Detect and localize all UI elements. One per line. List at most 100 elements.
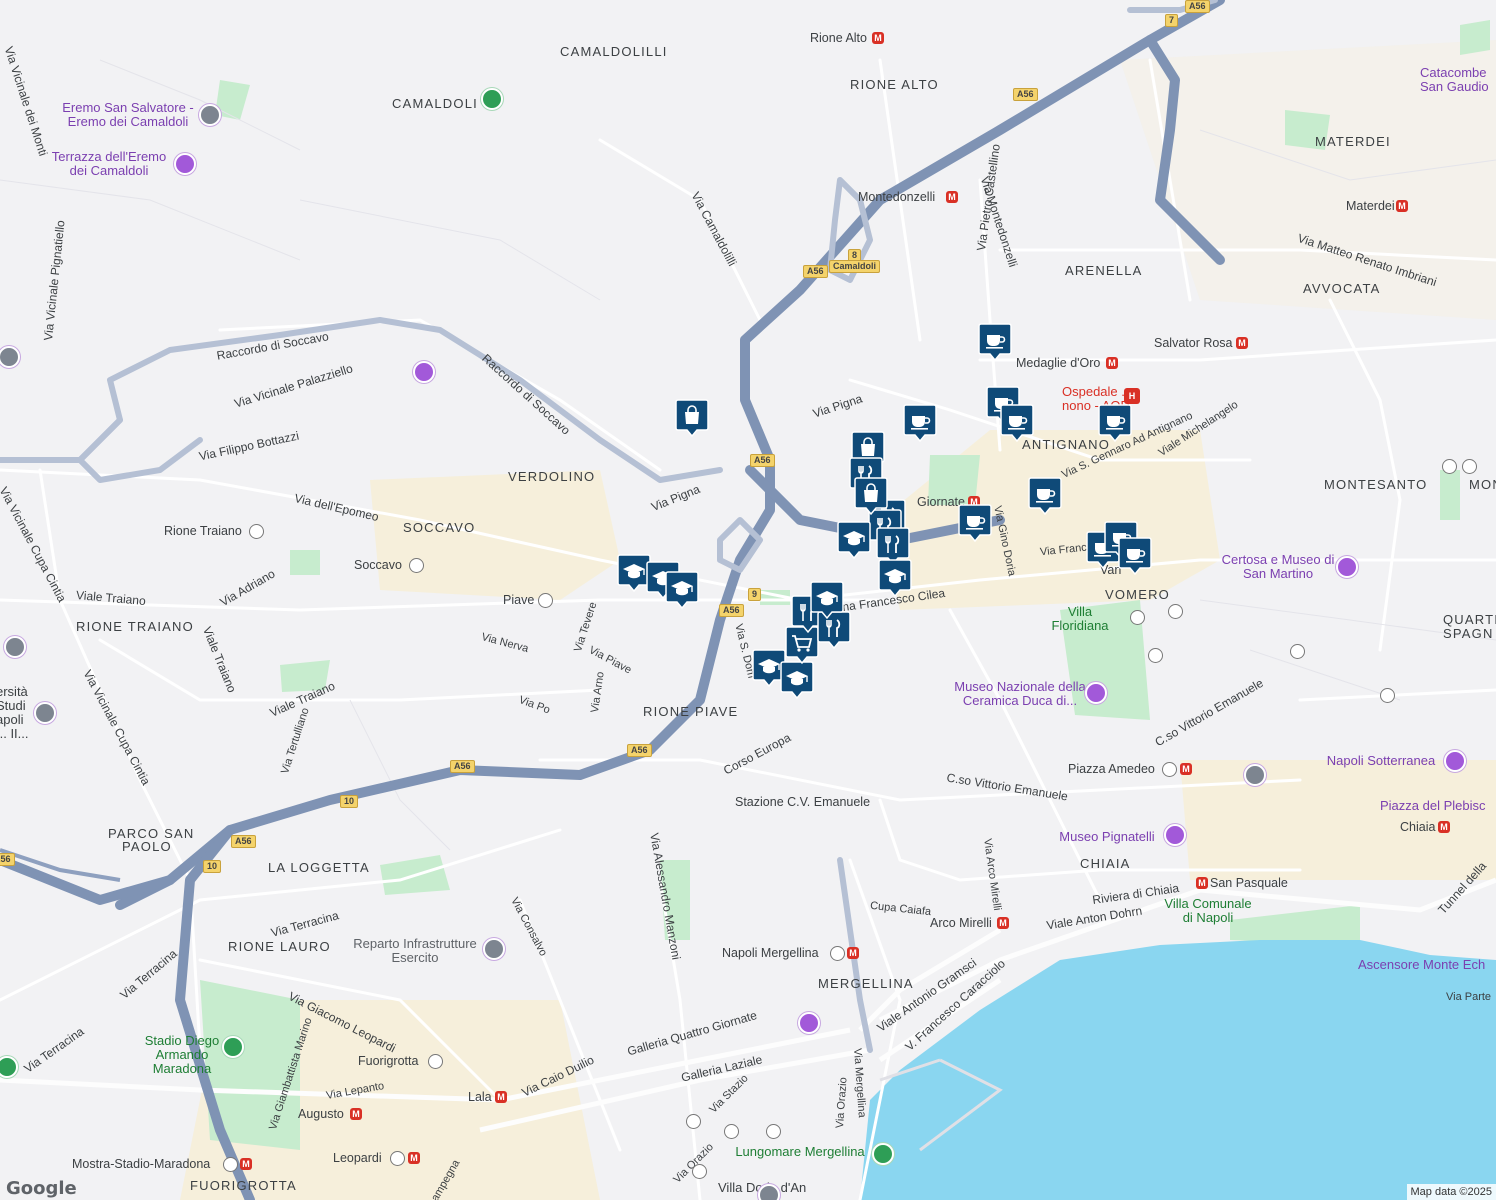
bus-icon[interactable] [1168,604,1183,619]
poi-label[interactable]: Reparto Infrastrutture Esercito [340,937,490,965]
metro-icon[interactable]: M [408,1152,420,1164]
bus-icon[interactable] [1380,688,1395,703]
station-label[interactable]: Augusto [298,1108,344,1121]
map-attribution[interactable]: Map data ©2025 [1406,1184,1496,1200]
school-icon[interactable] [4,636,26,658]
metro-icon[interactable]: M [872,32,884,44]
government-icon[interactable] [483,938,505,960]
stadium-label[interactable]: Stadio Diego Armando Maradona [132,1034,232,1076]
station-label[interactable]: Rione Alto [810,32,867,45]
bus-icon[interactable] [692,1164,707,1179]
coffee-marker[interactable] [1028,476,1062,516]
coffee-marker[interactable] [1098,403,1132,443]
school-marker[interactable] [837,520,871,560]
poi-label[interactable]: Napoli Sotterranea [1316,754,1446,768]
museum-icon[interactable] [199,104,221,126]
poi-label[interactable]: Eremo San Salvatore - Eremo dei Camaldol… [58,101,198,129]
metro-icon[interactable]: M [847,947,859,959]
tree-icon[interactable] [872,1143,894,1165]
bus-icon[interactable] [1442,459,1457,474]
metro-icon[interactable]: M [946,191,958,203]
school-marker[interactable] [810,580,844,620]
bus-icon[interactable] [538,593,553,608]
camera-icon[interactable] [798,1012,820,1034]
station-label[interactable]: Fuorigrotta [358,1055,418,1068]
station-label[interactable]: Materdei [1346,200,1395,213]
bus-icon[interactable] [390,1151,405,1166]
coffee-marker[interactable] [1000,403,1034,443]
station-label[interactable]: Piave [503,594,534,607]
school-marker[interactable] [780,660,814,700]
station-label[interactable]: Montedonzelli [858,191,935,204]
bus-icon[interactable] [223,1157,238,1172]
metro-icon[interactable]: M [1236,337,1248,349]
camera-icon[interactable] [174,153,196,175]
station-label[interactable]: San Pasquale [1210,877,1288,890]
train-icon[interactable] [830,946,845,961]
poi-label[interactable]: Piazza del Plebisc [1380,799,1496,813]
poi-label[interactable]: Ascensore Monte Ech [1358,958,1496,972]
metro-icon[interactable]: M [1438,821,1450,833]
poi-label[interactable]: Certosa e Museo di San Martino [1218,553,1338,581]
metro-icon[interactable]: M [240,1158,252,1170]
poi-label[interactable]: Museo Pignatelli [1052,830,1162,844]
station-label[interactable]: Soccavo [354,559,402,572]
station-label[interactable]: Stazione C.V. Emanuele [735,796,870,809]
bus-icon[interactable] [724,1124,739,1139]
bus-icon[interactable] [1462,459,1477,474]
station-label[interactable]: Arco Mirelli [930,917,992,930]
hospital-icon[interactable]: H [1124,388,1140,404]
school-icon[interactable] [34,702,56,724]
poi-label[interactable]: Museo Nazionale della Ceramica Duca di..… [950,680,1090,708]
tree-icon[interactable] [481,88,503,110]
bus-icon[interactable] [1162,762,1177,777]
stadium-icon[interactable] [222,1036,244,1058]
school-marker[interactable] [665,570,699,610]
station-label[interactable]: Napoli Mergellina [722,947,819,960]
bus-icon[interactable] [409,558,424,573]
school-icon[interactable] [758,1184,780,1200]
metro-icon[interactable]: M [1396,200,1408,212]
metro-icon[interactable]: M [1106,357,1118,369]
museum-icon[interactable] [1244,764,1266,786]
shopping-bag-marker[interactable] [854,476,888,516]
coffee-marker[interactable] [978,322,1012,362]
metro-icon[interactable]: M [1196,877,1208,889]
coffee-marker[interactable] [903,403,937,443]
metro-icon[interactable]: M [495,1091,507,1103]
poi-label[interactable]: Catacombe San Gaudio [1420,66,1496,94]
bus-icon[interactable] [1148,648,1163,663]
school-marker[interactable] [878,558,912,598]
shopping-bag-marker[interactable] [675,398,709,438]
park-label[interactable]: Villa Floridiana [1050,605,1110,633]
station-label[interactable]: Medaglie d'Oro [1016,357,1100,370]
station-label[interactable]: Piazza Amedeo [1068,763,1155,776]
metro-icon[interactable]: M [997,917,1009,929]
station-label[interactable]: Salvator Rosa [1154,337,1233,350]
camera-icon[interactable] [413,361,435,383]
bus-icon[interactable] [1130,610,1145,625]
bus-icon[interactable] [1290,644,1305,659]
bus-icon[interactable] [766,1124,781,1139]
camera-icon[interactable] [1444,750,1466,772]
metro-icon[interactable]: M [1180,763,1192,775]
coffee-marker[interactable] [958,503,992,543]
place-label[interactable]: ersità Studi apoli ... II... [0,685,36,741]
park-label[interactable]: Lungomare Mergellina [730,1145,870,1159]
bus-icon[interactable] [428,1054,443,1069]
station-label[interactable]: Leopardi [333,1152,382,1165]
station-label[interactable]: Rione Traiano [164,525,242,538]
metro-icon[interactable]: M [350,1108,362,1120]
station-label[interactable]: Lala [468,1091,492,1104]
bus-icon[interactable] [249,524,264,539]
museum-icon[interactable] [1164,824,1186,846]
camera-icon[interactable] [1336,556,1358,578]
park-label[interactable]: Villa Comunale di Napoli [1158,897,1258,925]
poi-label[interactable]: Terrazza dell'Eremo dei Camaldoli [42,150,176,178]
station-label[interactable]: Chiaia [1400,821,1435,834]
station-label[interactable]: Mostra-Stadio-Maradona [72,1158,210,1171]
bus-icon[interactable] [686,1114,701,1129]
map-canvas[interactable]: CAMALDOLILLI CAMALDOLI RIONE ALTO MATERD… [0,0,1496,1200]
museum-icon[interactable] [1085,682,1107,704]
coffee-marker[interactable] [1118,536,1152,576]
